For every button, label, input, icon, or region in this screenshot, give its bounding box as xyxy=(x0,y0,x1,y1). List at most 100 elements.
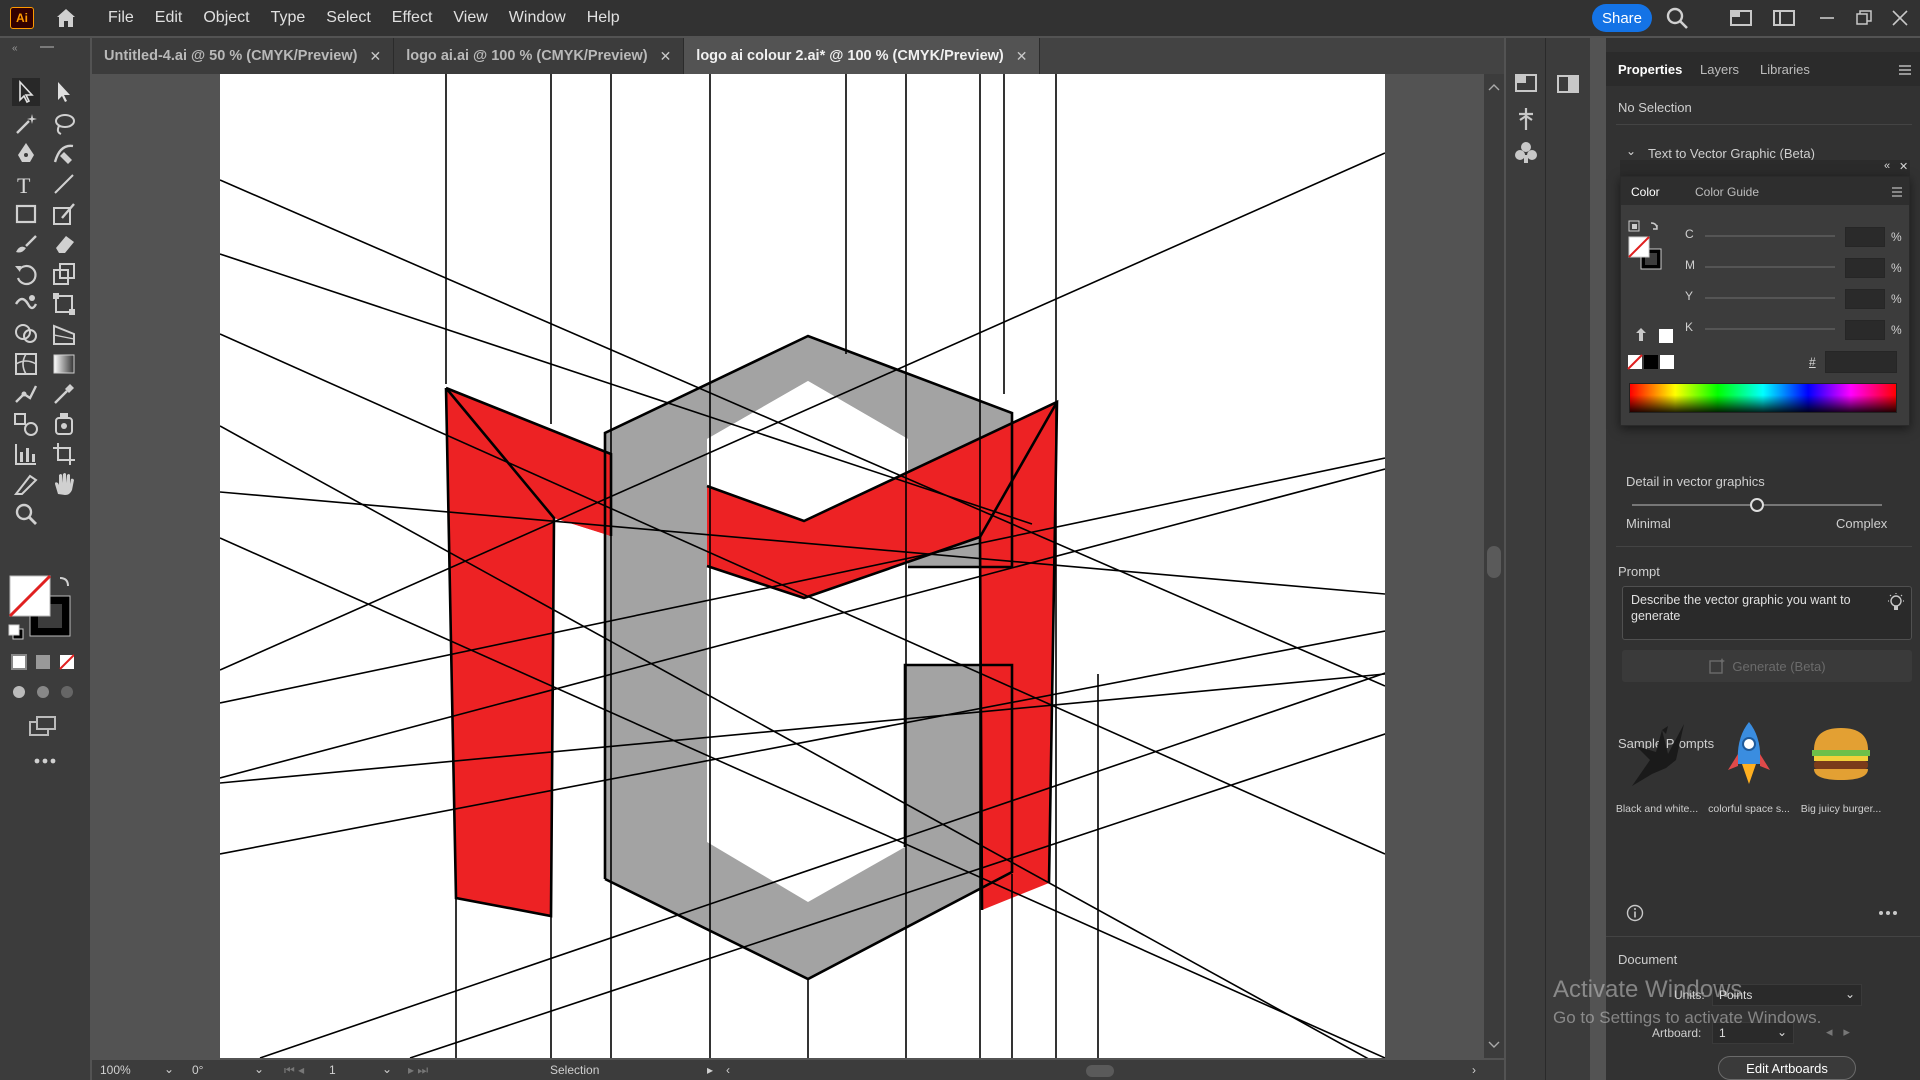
black-slider-row[interactable]: K% xyxy=(1685,320,1905,340)
yellow-slider-row[interactable]: Y% xyxy=(1685,289,1905,309)
tab-libraries[interactable]: Libraries xyxy=(1760,62,1810,77)
pen-tool-icon[interactable] xyxy=(12,140,40,168)
arrange-documents-icon[interactable] xyxy=(1729,6,1753,30)
menu-file[interactable]: File xyxy=(108,9,134,27)
slider-track[interactable] xyxy=(1705,297,1835,299)
column-graph-tool-icon[interactable] xyxy=(12,440,40,468)
slice-tool-icon[interactable] xyxy=(12,470,40,498)
close-window-icon[interactable] xyxy=(1888,6,1912,30)
tab-properties[interactable]: Properties xyxy=(1618,62,1682,77)
info-icon[interactable] xyxy=(1626,904,1644,922)
color-panel-titlebar[interactable]: « ✕ xyxy=(1620,160,1910,176)
home-icon[interactable] xyxy=(54,6,78,30)
artboard-dropdown-icon[interactable]: ⌄ xyxy=(382,1062,392,1076)
edit-artboards-button[interactable]: Edit Artboards xyxy=(1718,1056,1856,1080)
hex-input[interactable] xyxy=(1825,351,1897,373)
tab-color[interactable]: Color xyxy=(1631,185,1660,199)
menu-view[interactable]: View xyxy=(453,9,487,27)
zoom-tool-icon[interactable] xyxy=(12,500,40,528)
free-transform-tool-icon[interactable] xyxy=(50,290,78,318)
color-mode-icons[interactable] xyxy=(10,652,74,672)
section-title[interactable]: Text to Vector Graphic (Beta) xyxy=(1648,146,1815,161)
close-panel-icon[interactable]: ✕ xyxy=(1899,160,1908,173)
sample-prompt-burger[interactable]: Big juicy burger... xyxy=(1796,716,1886,815)
hscroll-right-icon[interactable]: › xyxy=(1472,1063,1476,1077)
yellow-input[interactable] xyxy=(1845,289,1885,309)
paintbrush-tool-icon[interactable] xyxy=(12,230,40,258)
curvature-tool-icon[interactable] xyxy=(50,140,78,168)
warp-tool-icon[interactable] xyxy=(12,290,40,318)
perspective-grid-tool-icon[interactable] xyxy=(50,320,78,348)
logo-artwork[interactable] xyxy=(219,74,1401,1058)
rectangle-tool-icon[interactable] xyxy=(12,200,40,228)
symbol-sprayer-tool-icon[interactable] xyxy=(50,410,78,438)
hand-tool-icon[interactable] xyxy=(50,470,78,498)
detail-slider-knob[interactable] xyxy=(1750,498,1764,512)
lasso-tool-icon[interactable] xyxy=(50,110,78,138)
scroll-thumb[interactable] xyxy=(1487,546,1501,578)
cyan-input[interactable] xyxy=(1845,227,1885,247)
workspace-icon[interactable] xyxy=(1772,6,1796,30)
artboard-nav-first-icon[interactable]: ⏮ ◂ xyxy=(284,1063,304,1078)
hscroll-thumb[interactable] xyxy=(1086,1065,1114,1077)
sample-prompt-rocket[interactable]: colorful space s... xyxy=(1704,716,1794,815)
close-tab-icon[interactable]: ✕ xyxy=(369,48,381,65)
more-tools-icon[interactable] xyxy=(30,754,60,768)
properties-panel-icon[interactable] xyxy=(1556,74,1580,94)
menu-select[interactable]: Select xyxy=(326,9,370,27)
menu-edit[interactable]: Edit xyxy=(155,9,183,27)
artboard-number[interactable]: 1 xyxy=(329,1063,336,1077)
menu-effect[interactable]: Effect xyxy=(392,9,433,27)
scroll-up-icon[interactable] xyxy=(1488,82,1500,92)
search-icon[interactable] xyxy=(1665,6,1689,30)
menu-help[interactable]: Help xyxy=(587,9,620,27)
direct-selection-tool-icon[interactable] xyxy=(50,78,78,106)
cyan-slider-row[interactable]: C% xyxy=(1685,227,1905,247)
tab-untitled-4[interactable]: Untitled-4.ai @ 50 % (CMYK/Preview) ✕ xyxy=(92,38,395,74)
panel-menu-icon[interactable] xyxy=(1898,64,1912,76)
out-of-gamut-icon[interactable] xyxy=(1635,325,1675,345)
slider-track[interactable] xyxy=(1705,266,1835,268)
status-menu-icon[interactable]: ▸ xyxy=(707,1063,713,1077)
transform-panel-icon[interactable] xyxy=(1514,72,1538,94)
rotation-value[interactable]: 0° xyxy=(192,1063,203,1077)
puppet-warp-tool-icon[interactable] xyxy=(12,380,40,408)
panel-menu-icon[interactable] xyxy=(1891,187,1903,197)
menu-object[interactable]: Object xyxy=(203,9,249,27)
canvas-area[interactable] xyxy=(92,74,1496,1058)
rotation-dropdown-icon[interactable]: ⌄ xyxy=(254,1062,264,1076)
chevron-down-icon[interactable]: ⌄ xyxy=(1626,144,1636,158)
slider-track[interactable] xyxy=(1705,328,1835,330)
magenta-slider-row[interactable]: M% xyxy=(1685,258,1905,278)
panel-collapse-icon[interactable]: « xyxy=(10,40,80,54)
symbols-panel-icon[interactable] xyxy=(1514,140,1538,164)
vertical-scrollbar[interactable] xyxy=(1484,74,1504,1058)
default-fill-stroke-icon[interactable] xyxy=(8,624,24,640)
zoom-level[interactable]: 100% xyxy=(100,1063,170,1077)
gradient-tool-icon[interactable] xyxy=(50,350,78,378)
black-input[interactable] xyxy=(1845,320,1885,340)
rotate-tool-icon[interactable] xyxy=(12,260,40,288)
artboard[interactable] xyxy=(219,74,1401,1058)
share-button[interactable]: Share xyxy=(1592,4,1652,32)
selection-tool-icon[interactable] xyxy=(12,78,40,106)
screen-mode-icon[interactable] xyxy=(28,714,58,738)
close-tab-icon[interactable]: ✕ xyxy=(660,48,672,65)
tab-color-guide[interactable]: Color Guide xyxy=(1695,185,1759,199)
more-options-icon[interactable] xyxy=(1878,910,1898,916)
minimize-icon[interactable] xyxy=(1815,6,1839,30)
eraser-tool-icon[interactable] xyxy=(50,230,78,258)
generate-button[interactable]: Generate (Beta) xyxy=(1622,650,1912,682)
collapse-panel-icon[interactable]: « xyxy=(1884,160,1890,172)
scroll-down-icon[interactable] xyxy=(1488,1040,1500,1050)
quick-swatches[interactable] xyxy=(1627,353,1677,371)
restore-icon[interactable] xyxy=(1852,6,1876,30)
artboard-tool-icon[interactable] xyxy=(50,440,78,468)
artboard-nav-last-icon[interactable]: ▸ ⏭ xyxy=(408,1063,428,1078)
mesh-tool-icon[interactable] xyxy=(12,350,40,378)
line-tool-icon[interactable] xyxy=(50,170,78,198)
slider-track[interactable] xyxy=(1705,235,1835,237)
magic-wand-tool-icon[interactable] xyxy=(12,110,40,138)
color-fill-stroke-icon[interactable] xyxy=(1627,219,1667,275)
color-spectrum-bar[interactable] xyxy=(1629,383,1897,413)
